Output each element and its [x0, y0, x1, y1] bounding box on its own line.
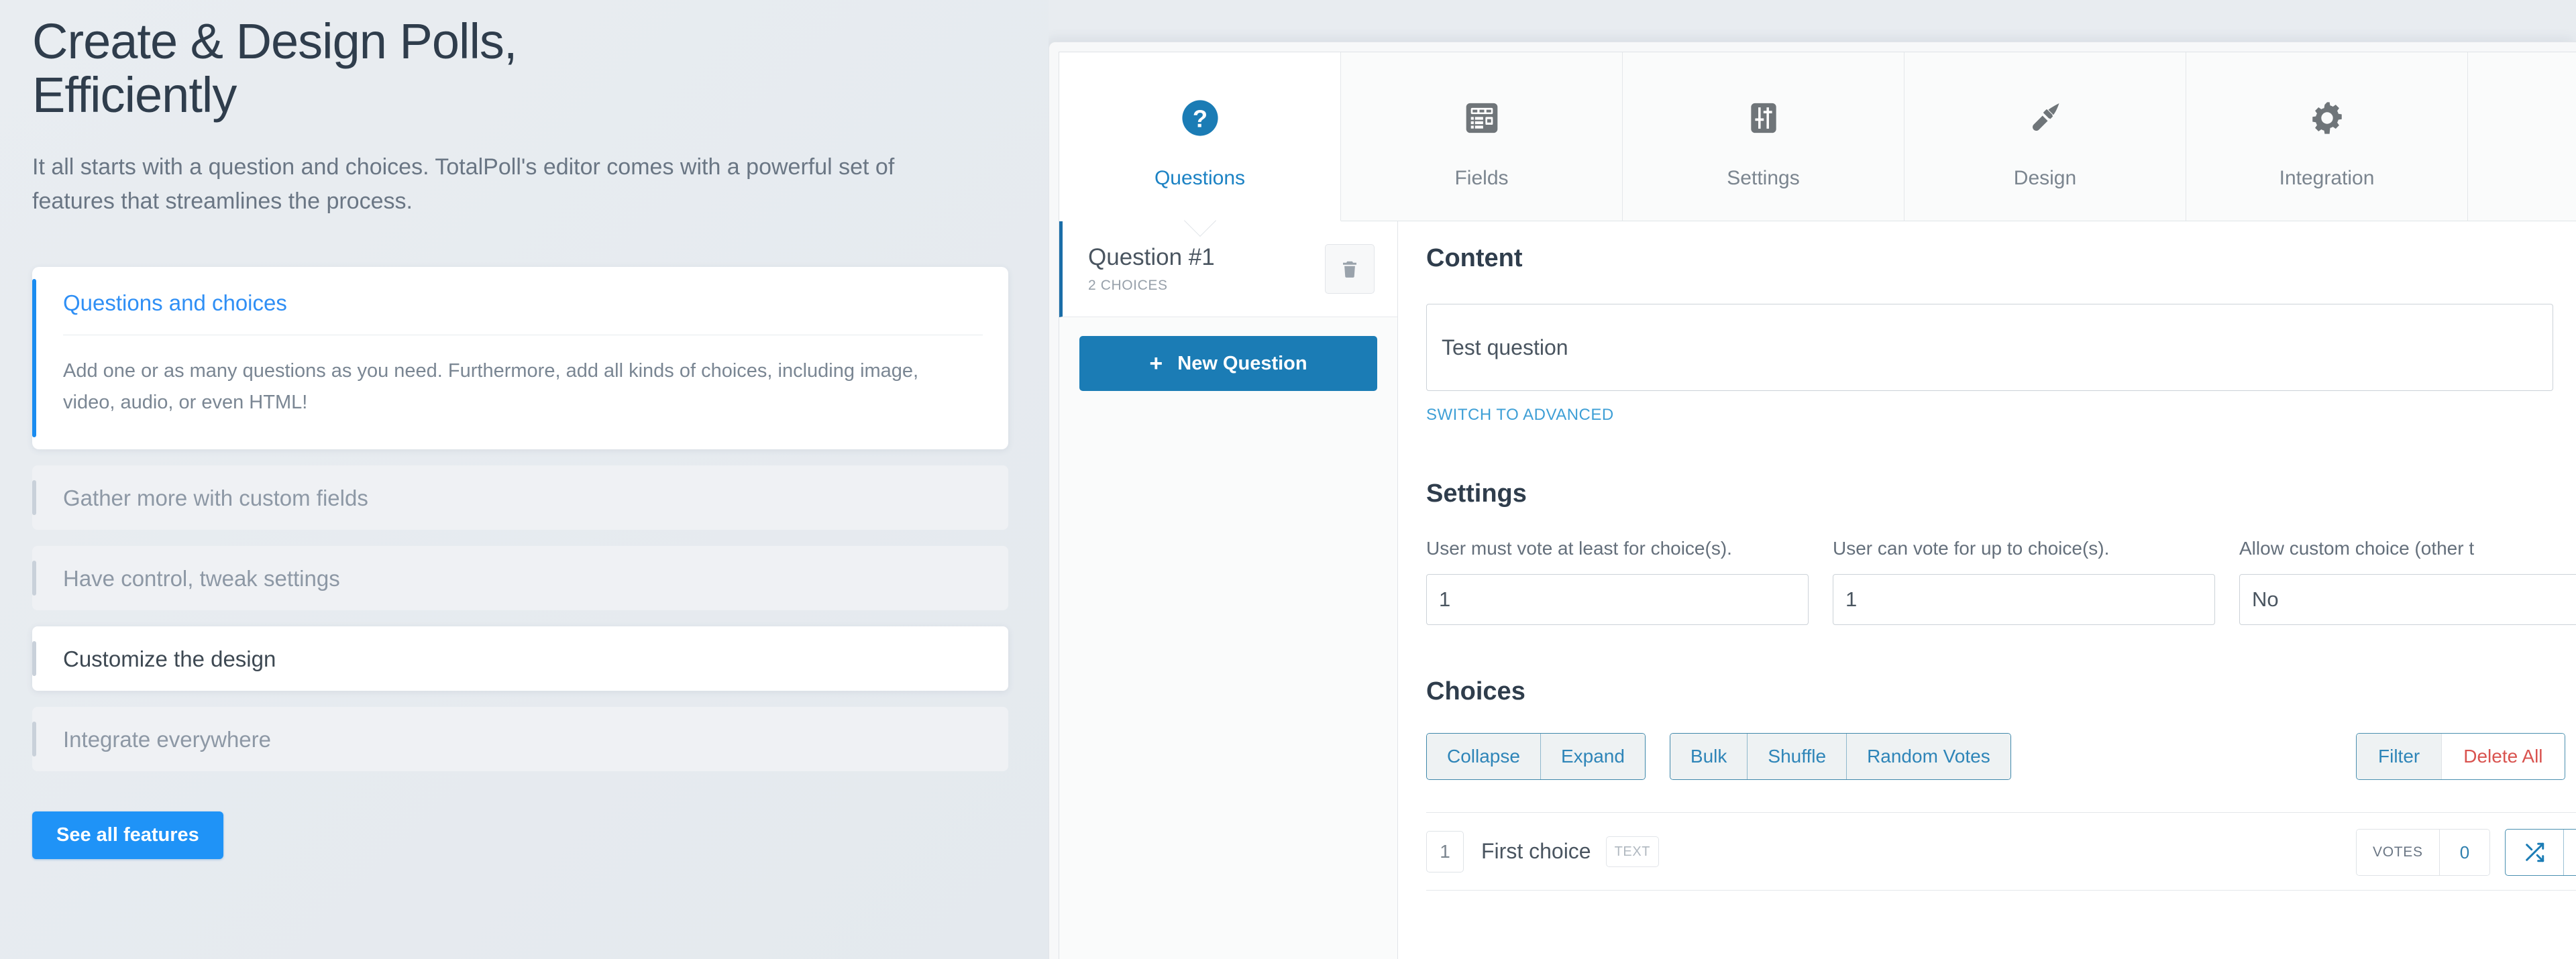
expand-button[interactable]: Expand: [1540, 734, 1645, 779]
choice-label: First choice: [1481, 839, 1591, 863]
question-circle-icon: ?: [1181, 89, 1220, 147]
feature-item-custom-fields[interactable]: Gather more with custom fields: [32, 465, 1008, 530]
feature-item-label: Have control, tweak settings: [63, 565, 340, 591]
max-votes-input[interactable]: [1833, 574, 2215, 625]
page-title-line-1: Create & Design Polls,: [32, 13, 517, 69]
choices-action-button-group: Bulk Shuffle Random Votes: [1669, 733, 2011, 780]
question-list-item-text: Question #1 2 CHOICES: [1088, 244, 1215, 294]
feature-bar: [32, 480, 36, 516]
new-question-label: New Question: [1177, 352, 1307, 374]
editor-tab-bar: ? Questions Fields Settings Design Integ…: [1059, 52, 2576, 237]
tab-label: Design: [2013, 166, 2077, 189]
choices-filter-button-group: Filter Delete All: [2356, 733, 2565, 780]
setting-label: Allow custom choice (other t: [2239, 538, 2475, 559]
question-list-footer: + New Question: [1059, 317, 1397, 959]
choice-votes-box: VOTES 0: [2356, 829, 2491, 876]
content-section-heading: Content: [1426, 244, 1523, 272]
bulk-button[interactable]: Bulk: [1670, 734, 1748, 779]
feature-item-label: Questions and choices: [63, 290, 287, 315]
feature-bar: [32, 641, 36, 677]
allow-custom-choice-select[interactable]: [2239, 574, 2576, 625]
switch-to-advanced-link[interactable]: SWITCH TO ADVANCED: [1426, 406, 1614, 425]
feature-item-label: Integrate everywhere: [63, 726, 272, 752]
choice-row-button-group: [2505, 829, 2576, 876]
editor-inner: ? Questions Fields Settings Design Integ…: [1059, 52, 2576, 959]
svg-text:?: ?: [1192, 105, 1207, 132]
choice-more-button[interactable]: [2564, 830, 2576, 875]
choices-view-button-group: Collapse Expand: [1426, 733, 1646, 780]
gear-icon: [2308, 89, 2347, 147]
setting-max-votes: User can vote for up to choice(s).: [1833, 538, 2215, 625]
feature-bar: [32, 722, 36, 757]
trash-icon: [1340, 259, 1360, 279]
poll-editor-panel: ? Questions Fields Settings Design Integ…: [1049, 0, 2576, 959]
question-content-input[interactable]: [1426, 304, 2553, 391]
question-list-panel: Question #1 2 CHOICES + New Question: [1059, 221, 1398, 959]
delete-all-button[interactable]: Delete All: [2441, 734, 2565, 779]
shuffle-button[interactable]: Shuffle: [1748, 734, 1847, 779]
random-votes-button[interactable]: Random Votes: [1847, 734, 2010, 779]
choice-row-controls: VOTES 0: [2356, 829, 2576, 876]
tab-label: Integration: [2279, 166, 2375, 189]
tab-fields[interactable]: Fields: [1341, 52, 1623, 221]
feature-item-body: Add one or as many questions as you need…: [63, 360, 919, 414]
editor-shell: ? Questions Fields Settings Design Integ…: [1049, 42, 2576, 959]
feature-accordion: Questions and choices Add one or as many…: [32, 266, 1008, 772]
sliders-icon: [1745, 89, 1782, 147]
page-subtitle: It all starts with a question and choice…: [32, 154, 895, 214]
feature-item-questions-and-choices[interactable]: Questions and choices Add one or as many…: [32, 266, 1008, 450]
tab-settings[interactable]: Settings: [1623, 52, 1904, 221]
choices-section-heading: Choices: [1426, 677, 1525, 706]
collapse-button[interactable]: Collapse: [1427, 734, 1541, 779]
tab-label: Questions: [1154, 166, 1246, 189]
choices-toolbar: Collapse Expand Bulk Shuffle Random Vote…: [1426, 733, 2576, 780]
setting-label: User must vote at least for choice(s).: [1426, 538, 1732, 559]
page-title: Create & Design Polls, Efficiently: [32, 0, 1008, 122]
settings-grid: User must vote at least for choice(s). U…: [1426, 538, 2576, 625]
tab-questions[interactable]: ? Questions: [1059, 52, 1341, 237]
settings-section-heading: Settings: [1426, 480, 1527, 508]
feature-item-integrate-everywhere[interactable]: Integrate everywhere: [32, 707, 1008, 772]
shuffle-choice-icon[interactable]: [2506, 830, 2565, 875]
delete-question-button[interactable]: [1325, 244, 1375, 294]
tab-design[interactable]: Design: [1904, 52, 2186, 221]
tab-integration[interactable]: Integration: [2186, 52, 2468, 221]
feature-active-bar: [32, 278, 36, 438]
feature-bar: [32, 561, 36, 596]
votes-label: VOTES: [2357, 830, 2440, 875]
tab-label: Settings: [1727, 166, 1800, 189]
feature-item-tweak-settings[interactable]: Have control, tweak settings: [32, 546, 1008, 611]
paintbrush-icon: [2025, 89, 2065, 147]
feature-item-customize-design[interactable]: Customize the design: [32, 626, 1008, 691]
new-question-button[interactable]: + New Question: [1079, 336, 1377, 392]
page-title-line-2: Efficiently: [32, 66, 237, 123]
feature-item-label: Customize the design: [63, 646, 276, 671]
setting-label: User can vote for up to choice(s).: [1833, 538, 2110, 559]
tab-label: Fields: [1454, 166, 1509, 189]
setting-allow-custom-choice: Allow custom choice (other t: [2239, 538, 2576, 625]
choice-index: 1: [1426, 830, 1464, 872]
feature-item-label: Gather more with custom fields: [63, 485, 368, 510]
question-list-item-choice-count: 2 CHOICES: [1088, 278, 1168, 294]
votes-value[interactable]: 0: [2439, 830, 2490, 875]
form-layout-icon: [1463, 89, 1501, 147]
question-list-item-1[interactable]: Question #1 2 CHOICES: [1059, 221, 1397, 318]
choice-row[interactable]: 1 First choice TEXT VOTES 0: [1426, 813, 2576, 891]
choice-type-badge: TEXT: [1605, 836, 1660, 867]
app-root: Create & Design Polls, Efficiently It al…: [0, 0, 2576, 959]
question-editor-main: Content SWITCH TO ADVANCED Settings User…: [1398, 221, 2576, 959]
editor-body: Question #1 2 CHOICES + New Question Con…: [1059, 221, 2576, 959]
see-all-features-button[interactable]: See all features: [32, 811, 223, 860]
plus-icon: +: [1149, 351, 1163, 377]
choices-list: 1 First choice TEXT VOTES 0: [1426, 812, 2576, 891]
filter-button[interactable]: Filter: [2357, 734, 2442, 779]
setting-min-votes: User must vote at least for choice(s).: [1426, 538, 1809, 625]
question-list-item-title: Question #1: [1088, 244, 1215, 270]
tab-translations[interactable]: Tra: [2468, 52, 2576, 221]
min-votes-input[interactable]: [1426, 574, 1809, 625]
marketing-panel: Create & Design Polls, Efficiently It al…: [0, 0, 1049, 959]
